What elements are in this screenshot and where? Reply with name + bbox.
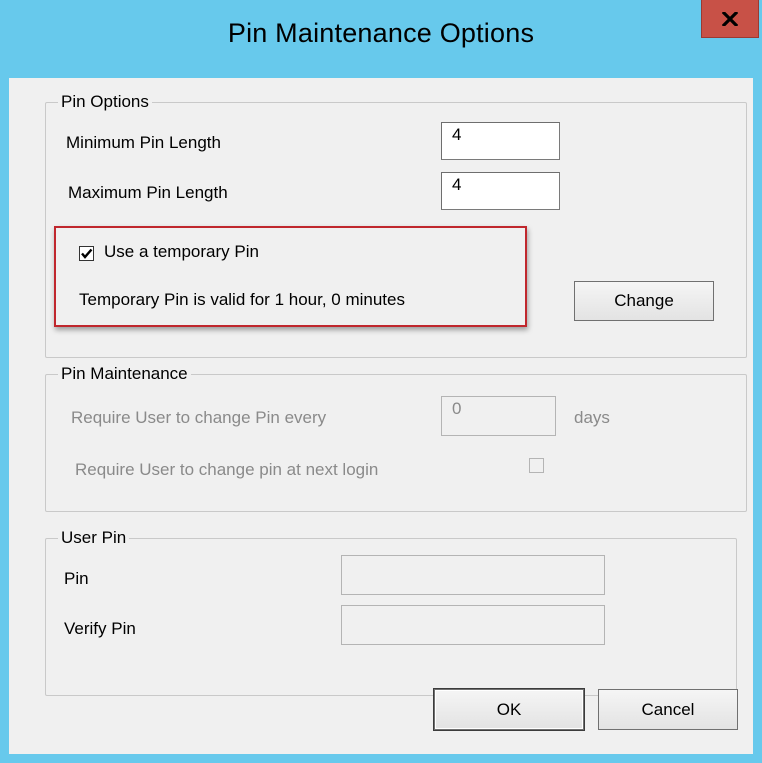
pin-maintenance-group: Pin Maintenance xyxy=(45,364,747,512)
temporary-pin-checkbox[interactable] xyxy=(79,246,94,261)
change-button[interactable]: Change xyxy=(574,281,714,321)
verify-pin-input[interactable] xyxy=(341,605,605,645)
pin-options-legend: Pin Options xyxy=(58,92,152,112)
pin-label: Pin xyxy=(64,569,89,588)
dialog-client-area: Pin Options Minimum Pin Length 4 Maximum… xyxy=(9,78,753,754)
change-pin-every-input[interactable]: 0 xyxy=(441,396,556,436)
days-label: days xyxy=(574,408,610,427)
pin-maintenance-legend: Pin Maintenance xyxy=(58,364,191,384)
cancel-button[interactable]: Cancel xyxy=(598,689,738,730)
min-pin-length-input[interactable]: 4 xyxy=(441,122,560,160)
user-pin-legend: User Pin xyxy=(58,528,130,548)
change-pin-every-label: Require User to change Pin every xyxy=(71,408,327,427)
title-bar[interactable]: Pin Maintenance Options xyxy=(0,0,762,78)
close-icon xyxy=(722,11,738,26)
max-pin-length-label: Maximum Pin Length xyxy=(68,183,228,202)
min-pin-length-label: Minimum Pin Length xyxy=(66,133,221,152)
pin-input[interactable] xyxy=(341,555,605,595)
close-button[interactable] xyxy=(701,0,759,38)
change-at-next-login-checkbox[interactable] xyxy=(529,458,544,473)
temporary-pin-validity-text: Temporary Pin is valid for 1 hour, 0 min… xyxy=(79,290,405,309)
change-at-next-login-label: Require User to change pin at next login xyxy=(75,460,379,479)
ok-button[interactable]: OK xyxy=(434,689,584,730)
window-title: Pin Maintenance Options xyxy=(227,18,535,48)
verify-pin-label: Verify Pin xyxy=(64,619,136,638)
max-pin-length-input[interactable]: 4 xyxy=(441,172,560,210)
temporary-pin-label[interactable]: Use a temporary Pin xyxy=(104,242,259,262)
checkmark-icon xyxy=(81,248,93,259)
dialog-window: Pin Maintenance Options Pin Options Mini… xyxy=(0,0,762,763)
